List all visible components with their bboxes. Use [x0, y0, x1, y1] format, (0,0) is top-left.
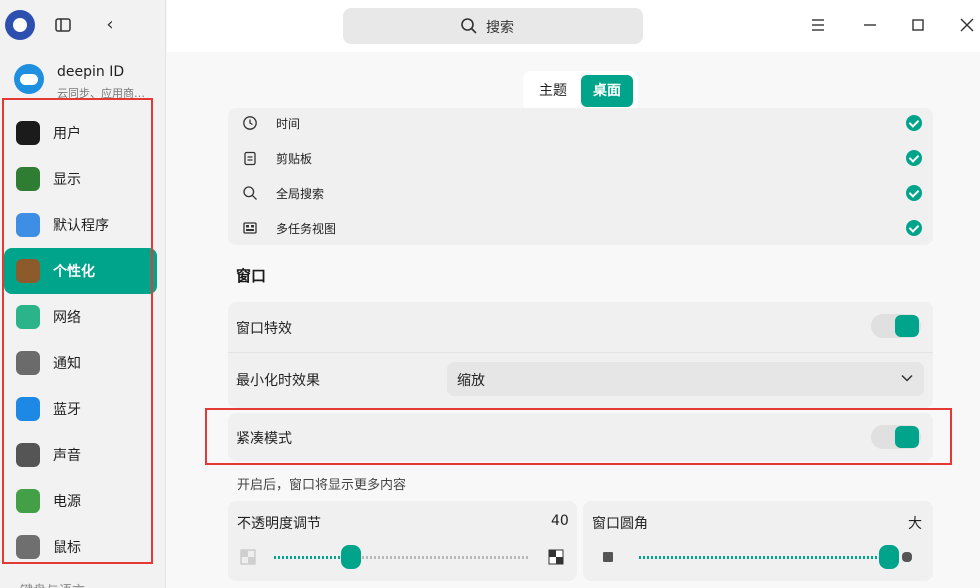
speaker-icon [16, 443, 40, 467]
section-title-window: 窗口 [236, 267, 267, 285]
chevron-down-icon [901, 374, 913, 382]
opacity-track[interactable] [274, 556, 529, 559]
sidebar: ‹ deepin ID 云同步、应用商… 用户 显示 默认程序 个性化 网络 通… [0, 0, 166, 588]
minimize-icon[interactable] [860, 15, 880, 35]
search-input[interactable]: 搜索 [343, 8, 643, 44]
sidebar-item-mouse[interactable]: 鼠标 [4, 524, 157, 570]
sidebar-item-label: 显示 [53, 172, 81, 188]
bluetooth-icon [16, 397, 40, 421]
minimize-effect-row: 最小化时效果 缩放 [228, 352, 933, 408]
network-icon [16, 305, 40, 329]
corner-radius-track[interactable] [639, 556, 889, 559]
corner-radius-slider-thumb[interactable] [879, 545, 899, 569]
list-item-label: 全局搜索 [276, 187, 325, 201]
cloud-icon [14, 64, 44, 94]
compact-mode-hint: 开启后，窗口将显示更多内容 [237, 478, 407, 493]
list-item[interactable]: 剪贴板 [228, 141, 933, 176]
sidebar-item-sound[interactable]: 声音 [4, 432, 157, 478]
sidebar-item-display[interactable]: 显示 [4, 156, 157, 202]
multitask-view-icon [243, 222, 257, 234]
high-opacity-icon [548, 549, 564, 565]
search-icon [243, 186, 257, 200]
large-radius-icon [902, 552, 912, 562]
list-item-label: 时间 [276, 117, 301, 131]
sidebar-item-label: 个性化 [53, 264, 95, 280]
minimize-effect-label: 最小化时效果 [236, 373, 320, 389]
opacity-slider-thumb[interactable] [340, 545, 361, 569]
app-logo-icon [5, 10, 35, 40]
window-effects-label: 窗口特效 [236, 321, 292, 337]
sidebar-item-user[interactable]: 用户 [4, 110, 157, 156]
sidebar-item-power[interactable]: 电源 [4, 478, 157, 524]
list-item[interactable]: 多任务视图 [228, 211, 933, 245]
clipboard-icon [244, 151, 256, 166]
sidebar-item-keyboard[interactable]: 键盘与语言 [20, 580, 85, 588]
sidebar-item-label: 网络 [53, 310, 81, 326]
clock-icon [243, 116, 257, 130]
sidebar-item-bluetooth[interactable]: 蓝牙 [4, 386, 157, 432]
sidebar-item-label: 通知 [53, 356, 81, 372]
corner-radius-value: 大 [908, 516, 922, 532]
list-item-label: 多任务视图 [276, 222, 337, 236]
maximize-icon[interactable] [908, 15, 928, 35]
tab-theme[interactable]: 主题 [527, 75, 579, 107]
corner-radius-card: 窗口圆角 大 [583, 501, 933, 581]
close-icon[interactable] [957, 15, 977, 35]
sidebar-item-label: 蓝牙 [53, 402, 81, 418]
sidebar-item-personalization[interactable]: 个性化 [4, 248, 157, 294]
minimize-effect-select[interactable]: 缩放 [447, 362, 924, 396]
sidebar-item-label: 默认程序 [53, 218, 109, 234]
personalization-icon [16, 259, 40, 283]
sidebar-item-default-apps[interactable]: 默认程序 [4, 202, 157, 248]
back-button[interactable]: ‹ [101, 15, 119, 35]
deepin-id-item[interactable]: deepin ID 云同步、应用商… [12, 60, 162, 100]
compact-mode-label: 紧凑模式 [236, 431, 292, 447]
opacity-value: 40 [551, 513, 569, 529]
mouse-icon [16, 535, 40, 559]
check-icon[interactable] [906, 220, 922, 236]
small-radius-icon [603, 552, 613, 562]
list-item[interactable]: 全局搜索 [228, 176, 933, 211]
opacity-card: 不透明度调节 40 [228, 501, 577, 581]
default-apps-icon [16, 213, 40, 237]
tab-desktop[interactable]: 桌面 [581, 75, 633, 107]
sidebar-toggle-icon[interactable] [55, 17, 71, 33]
check-icon[interactable] [906, 115, 922, 131]
tab-bar: 主题 桌面 [523, 71, 638, 111]
check-icon[interactable] [906, 185, 922, 201]
deepin-id-title: deepin ID [57, 64, 125, 80]
compact-mode-card: 紧凑模式 [228, 413, 933, 461]
user-icon [16, 121, 40, 145]
bell-icon [16, 351, 40, 375]
check-icon[interactable] [906, 150, 922, 166]
list-item[interactable]: 时间 [228, 108, 933, 141]
nav-list: 用户 显示 默认程序 个性化 网络 通知 蓝牙 声音 电源 鼠标 [0, 110, 166, 570]
display-icon [16, 167, 40, 191]
low-opacity-icon [240, 549, 256, 565]
window-effects-toggle[interactable] [871, 314, 921, 338]
list-item-label: 剪贴板 [276, 152, 313, 166]
window-settings-card: 窗口特效 最小化时效果 缩放 [228, 302, 933, 408]
compact-mode-toggle[interactable] [871, 425, 921, 449]
sidebar-item-label: 声音 [53, 448, 81, 464]
search-icon [461, 18, 477, 34]
opacity-label: 不透明度调节 [237, 516, 321, 532]
dock-plugin-list: 时间 剪贴板 全局搜索 多任务视图 [228, 108, 933, 245]
sidebar-item-notification[interactable]: 通知 [4, 340, 157, 386]
minimize-effect-value: 缩放 [457, 373, 485, 389]
corner-radius-label: 窗口圆角 [592, 516, 648, 532]
battery-icon [16, 489, 40, 513]
sidebar-item-label: 用户 [53, 126, 81, 142]
search-placeholder: 搜索 [486, 20, 514, 36]
sidebar-item-network[interactable]: 网络 [4, 294, 157, 340]
sidebar-item-label: 鼠标 [53, 540, 81, 556]
menu-icon[interactable] [808, 15, 828, 35]
sidebar-item-label: 电源 [53, 494, 81, 510]
deepin-id-subtitle: 云同步、应用商… [57, 87, 145, 100]
